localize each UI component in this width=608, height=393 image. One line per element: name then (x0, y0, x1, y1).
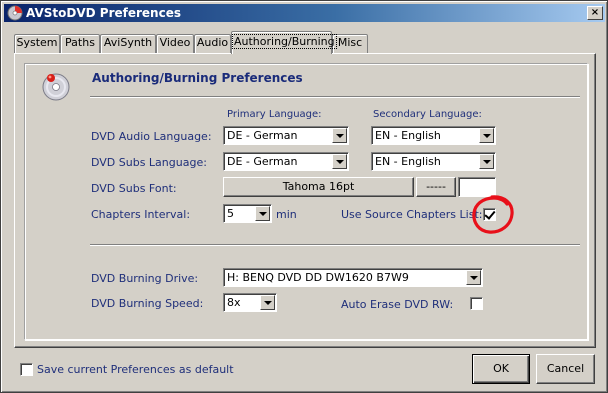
section-title: Authoring/Burning Preferences (92, 71, 303, 85)
tab-video[interactable]: Video (156, 34, 194, 53)
tab-label: Video (159, 36, 191, 49)
chevron-down-icon[interactable] (255, 206, 270, 221)
select-value: 8x (227, 296, 241, 309)
use-source-chapters-label: Use Source Chapters List: (341, 208, 483, 221)
title-bar[interactable]: AVStoDVD Preferences × (4, 4, 605, 22)
chevron-down-icon[interactable] (466, 270, 481, 285)
tab-label: Authoring/Burning (232, 34, 337, 49)
select-value: EN - English (375, 155, 441, 168)
cancel-button[interactable]: Cancel (536, 354, 595, 384)
tab-audio[interactable]: Audio (194, 34, 231, 53)
audio-language-label: DVD Audio Language: (91, 130, 212, 143)
secondary-language-header: Secondary Language: (373, 109, 482, 120)
chapters-interval-label: Chapters Interval: (91, 208, 191, 221)
tab-avisynth[interactable]: AviSynth (100, 34, 156, 53)
save-default-label[interactable]: Save current Preferences as default (37, 363, 234, 376)
chevron-down-icon[interactable] (332, 154, 347, 169)
tab-label: Misc (337, 36, 363, 49)
select-value: EN - English (375, 129, 441, 142)
highlight-circle-annotation (472, 195, 514, 234)
burning-drive-label: DVD Burning Drive: (91, 272, 199, 285)
app-dvd-icon (7, 5, 23, 21)
auto-erase-checkbox[interactable] (470, 297, 483, 310)
burning-speed-select[interactable]: 8x (223, 293, 277, 312)
tab-system[interactable]: System (14, 34, 60, 53)
chevron-down-icon[interactable] (479, 154, 494, 169)
dvd-disc-icon (42, 73, 70, 101)
chapters-interval-select[interactable]: 5 (223, 204, 272, 223)
select-value: H: BENQ DVD DD DW1620 B7W9 (227, 271, 409, 284)
divider (90, 96, 580, 98)
select-value: DE - German (227, 155, 298, 168)
close-icon: × (590, 7, 600, 18)
tab-label: Audio (196, 36, 229, 49)
subs-secondary-language-select[interactable]: EN - English (371, 152, 496, 171)
select-value: 5 (227, 207, 234, 220)
preferences-window: AVStoDVD Preferences × System Paths AviS… (0, 0, 608, 393)
divider (90, 244, 580, 246)
tab-paths[interactable]: Paths (60, 34, 100, 53)
chevron-down-icon[interactable] (332, 128, 347, 143)
burning-drive-select[interactable]: H: BENQ DVD DD DW1620 B7W9 (223, 268, 483, 287)
subs-font-button[interactable]: Tahoma 16pt (223, 177, 414, 197)
chevron-down-icon[interactable] (479, 128, 494, 143)
subs-primary-language-select[interactable]: DE - German (223, 152, 349, 171)
tab-label: AviSynth (103, 36, 153, 49)
select-value: DE - German (227, 129, 298, 142)
burning-speed-label: DVD Burning Speed: (91, 297, 204, 310)
window-title: AVStoDVD Preferences (26, 6, 181, 20)
font-color-button[interactable]: ----- (416, 177, 456, 197)
audio-secondary-language-select[interactable]: EN - English (371, 126, 496, 145)
auto-erase-label: Auto Erase DVD RW: (341, 298, 454, 311)
tab-label: System (16, 36, 58, 49)
chapters-unit: min (276, 208, 297, 221)
authoring-burning-panel: Authoring/Burning Preferences Primary La… (14, 53, 596, 348)
chevron-down-icon[interactable] (260, 295, 275, 310)
subs-language-label: DVD Subs Language: (91, 156, 207, 169)
tab-authoring-burning[interactable]: Authoring/Burning (231, 31, 337, 54)
subs-font-label: DVD Subs Font: (91, 182, 177, 195)
close-button[interactable]: × (587, 6, 603, 20)
ok-button[interactable]: OK (472, 354, 530, 384)
tab-misc[interactable]: Misc (332, 34, 368, 53)
save-default-checkbox[interactable] (20, 363, 33, 376)
tab-label: Paths (65, 36, 95, 49)
primary-language-header: Primary Language: (227, 109, 322, 120)
audio-primary-language-select[interactable]: DE - German (223, 126, 349, 145)
